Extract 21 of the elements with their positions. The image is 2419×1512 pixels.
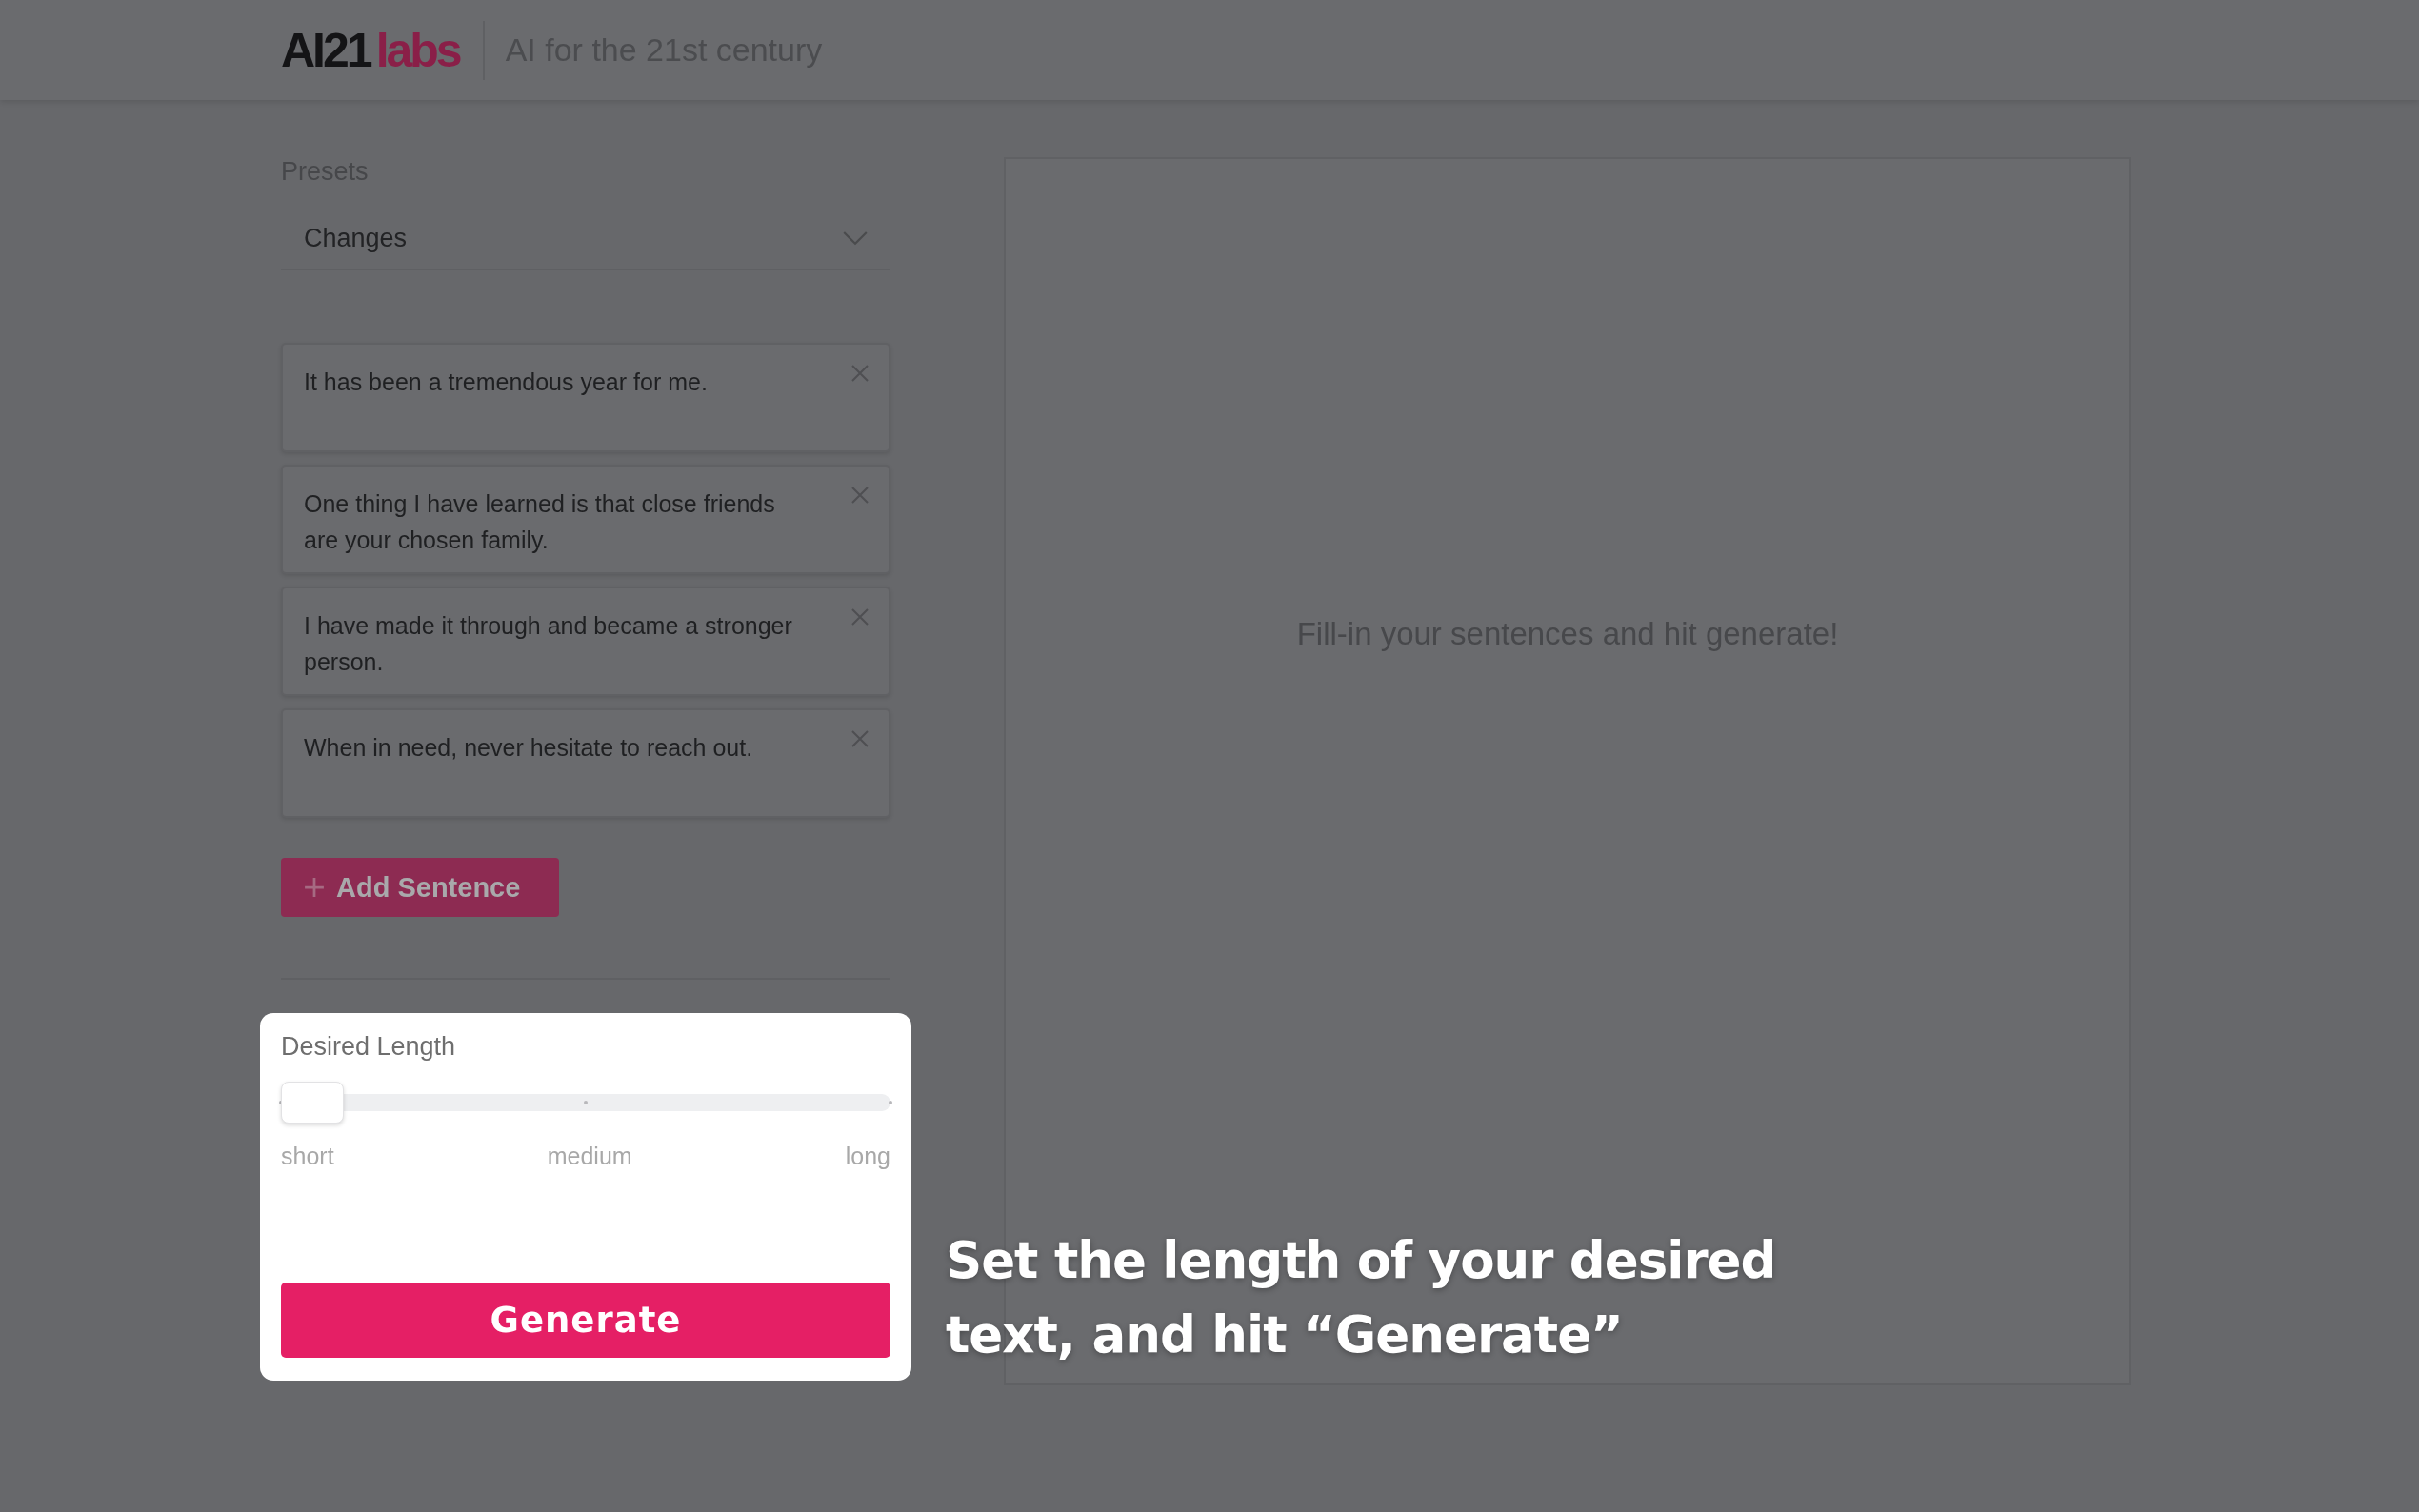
sentence-field[interactable]: It has been a tremendous year for me. bbox=[281, 343, 890, 452]
length-stop-label: long bbox=[845, 1143, 890, 1170]
generate-button[interactable]: Generate bbox=[281, 1283, 890, 1358]
close-icon[interactable] bbox=[850, 607, 870, 627]
sentence-field[interactable]: When in need, never hesitate to reach out. bbox=[281, 708, 890, 818]
close-icon[interactable] bbox=[850, 486, 870, 505]
plus-icon bbox=[304, 877, 325, 898]
logo: AI21labs bbox=[281, 22, 460, 78]
tutorial-caption: Set the length of your desired text, and hit “Generate” bbox=[946, 1230, 1777, 1365]
sentence-field[interactable]: I have made it through and became a stronger person. bbox=[281, 587, 890, 696]
sentence-field[interactable]: One thing I have learned is that close friends are your chosen family. bbox=[281, 465, 890, 574]
desired-length-label: Desired Length bbox=[281, 1032, 457, 1062]
close-icon[interactable] bbox=[850, 729, 870, 748]
length-slider[interactable] bbox=[281, 1082, 890, 1124]
chevron-down-icon bbox=[843, 230, 868, 246]
slider-thumb[interactable] bbox=[281, 1082, 344, 1124]
presets-dropdown[interactable]: Changes bbox=[281, 208, 890, 270]
close-icon[interactable] bbox=[850, 364, 870, 383]
length-stop-label: short bbox=[281, 1143, 334, 1170]
add-sentence-button[interactable]: Add Sentence bbox=[281, 858, 559, 917]
length-stop-label: medium bbox=[547, 1143, 632, 1170]
